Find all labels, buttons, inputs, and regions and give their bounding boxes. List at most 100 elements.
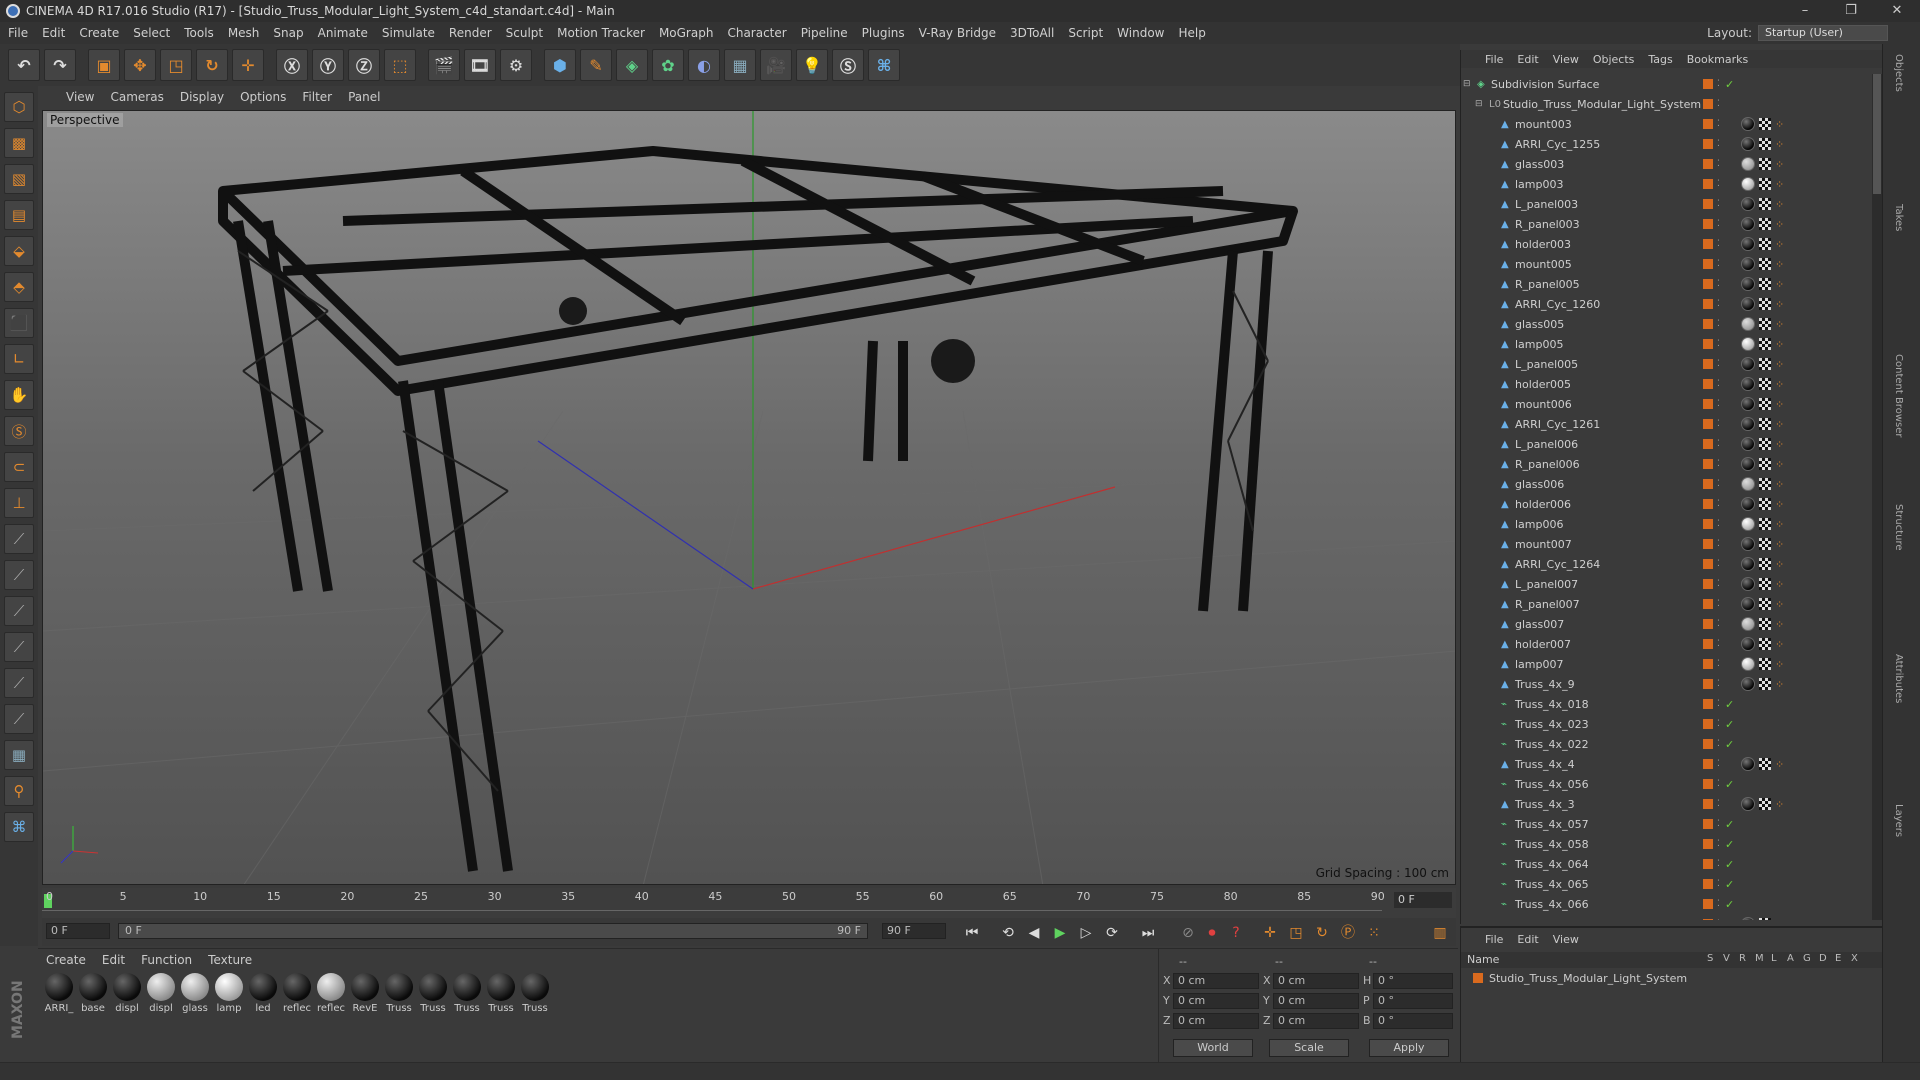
y-axis-lock-button[interactable]: Ⓨ xyxy=(312,49,344,81)
layer-color-icon[interactable] xyxy=(1703,219,1713,229)
brush-button[interactable]: ⟋ xyxy=(4,524,34,554)
side-tab-takes[interactable]: Takes xyxy=(1893,204,1904,231)
object-tree-row[interactable]: ▲ lamp003 ⁚ ⁘ xyxy=(1461,174,1871,194)
polygons-mode-button[interactable]: ⬛ xyxy=(4,308,34,338)
object-tree-row[interactable]: ▲ glass007 ⁚ ⁘ xyxy=(1461,614,1871,634)
visibility-dots-icon[interactable]: ⁚ xyxy=(1717,459,1721,469)
menu-sculpt[interactable]: Sculpt xyxy=(506,26,543,40)
visibility-dots-icon[interactable]: ⁚ xyxy=(1717,759,1721,769)
layer-color-icon[interactable] xyxy=(1703,639,1713,649)
menu-mograph[interactable]: MoGraph xyxy=(659,26,714,40)
uvw-tag-icon[interactable] xyxy=(1759,198,1771,210)
layer-column-m[interactable]: M xyxy=(1755,953,1764,964)
layer-color-icon[interactable] xyxy=(1703,919,1713,920)
object-tree-row[interactable]: ▲ Connector_013 ⁚ ⁘ xyxy=(1461,914,1871,920)
viewport-menu-options[interactable]: Options xyxy=(240,90,286,104)
layer-column-v[interactable]: V xyxy=(1723,953,1730,964)
layer-color-icon[interactable] xyxy=(1703,199,1713,209)
autokey-button[interactable]: ⏺ xyxy=(1202,923,1222,943)
menu-snap[interactable]: Snap xyxy=(273,26,303,40)
uvw-tag-icon[interactable] xyxy=(1759,518,1771,530)
material-menu-edit[interactable]: Edit xyxy=(102,953,125,967)
menu-3dtoall[interactable]: 3DToAll xyxy=(1010,26,1054,40)
key-position-button[interactable]: ✛ xyxy=(1260,923,1280,943)
object-tree-row[interactable]: ▲ R_panel003 ⁚ ⁘ xyxy=(1461,214,1871,234)
uvw-tag-icon[interactable] xyxy=(1759,618,1771,630)
material-tag-icon[interactable] xyxy=(1741,277,1755,291)
object-name[interactable]: Truss_4x_065 xyxy=(1515,878,1589,891)
locked-workplane-button[interactable]: ⚲ xyxy=(4,776,34,806)
layer-color-icon[interactable] xyxy=(1703,779,1713,789)
material-tag-icon[interactable] xyxy=(1741,397,1755,411)
object-name[interactable]: Truss_4x_056 xyxy=(1515,778,1589,791)
visibility-dots-icon[interactable]: ⁚ xyxy=(1717,139,1721,149)
menu-pipeline[interactable]: Pipeline xyxy=(801,26,848,40)
phong-tag-icon[interactable]: ⁘ xyxy=(1775,378,1784,391)
side-tab-layers[interactable]: Layers xyxy=(1893,804,1904,837)
workplane-mode-button[interactable]: ▤ xyxy=(4,200,34,230)
visibility-dots-icon[interactable]: ⁚ xyxy=(1717,419,1721,429)
layer-row[interactable]: Studio_Truss_Modular_Light_System xyxy=(1461,970,1883,988)
enabled-check-icon[interactable]: ✓ xyxy=(1725,818,1734,831)
object-name[interactable]: holder005 xyxy=(1515,378,1571,391)
rotation-p-field[interactable]: 0 ° xyxy=(1373,993,1453,1009)
sculpt-inflate-button[interactable]: ⟋ xyxy=(4,632,34,662)
object-name[interactable]: R_panel007 xyxy=(1515,598,1580,611)
phong-tag-icon[interactable]: ⁘ xyxy=(1775,438,1784,451)
enabled-check-icon[interactable]: ✓ xyxy=(1725,858,1734,871)
go-to-start-button[interactable]: ⏮ xyxy=(962,923,982,943)
object-name[interactable]: L_panel005 xyxy=(1515,358,1578,371)
scrollbar-thumb[interactable] xyxy=(1873,74,1881,194)
visibility-dots-icon[interactable]: ⁚ xyxy=(1717,299,1721,309)
object-menu-file[interactable]: File xyxy=(1485,53,1503,66)
layer-color-icon[interactable] xyxy=(1703,659,1713,669)
material-tag-icon[interactable] xyxy=(1741,557,1755,571)
add-spline-button[interactable]: ✎ xyxy=(580,49,612,81)
phong-tag-icon[interactable]: ⁘ xyxy=(1775,598,1784,611)
menu-animate[interactable]: Animate xyxy=(318,26,368,40)
object-name[interactable]: Truss_4x_9 xyxy=(1515,678,1575,691)
material-tag-icon[interactable] xyxy=(1741,457,1755,471)
visibility-dots-icon[interactable]: ⁚ xyxy=(1717,379,1721,389)
object-tree-row[interactable]: ⌁ Truss_4x_064 ⁚ ✓ xyxy=(1461,854,1871,874)
keyframe-selection-button[interactable]: ? xyxy=(1226,923,1246,943)
python-console-button[interactable]: ⌘ xyxy=(4,812,34,842)
viewport-menu-panel[interactable]: Panel xyxy=(348,90,380,104)
enabled-check-icon[interactable]: ✓ xyxy=(1725,718,1734,731)
object-name[interactable]: Truss_4x_018 xyxy=(1515,698,1589,711)
phong-tag-icon[interactable]: ⁘ xyxy=(1775,318,1784,331)
visibility-dots-icon[interactable]: ⁚ xyxy=(1717,279,1721,289)
vray-bridge-button[interactable]: Ⓢ xyxy=(832,49,864,81)
undo-button[interactable]: ↶ xyxy=(8,49,40,81)
tweak-mode-button[interactable]: ✋ xyxy=(4,380,34,410)
object-name[interactable]: Truss_4x_022 xyxy=(1515,738,1589,751)
object-name[interactable]: R_panel003 xyxy=(1515,218,1580,231)
material-swatch[interactable]: led xyxy=(246,973,280,1014)
layer-row-name[interactable]: Studio_Truss_Modular_Light_System xyxy=(1489,972,1687,985)
live-selection-button[interactable]: ▣ xyxy=(88,49,120,81)
material-swatch[interactable]: ARRI_ xyxy=(42,973,76,1014)
layer-column-d[interactable]: D xyxy=(1819,953,1827,964)
phong-tag-icon[interactable]: ⁘ xyxy=(1775,218,1784,231)
object-name[interactable]: ARRI_Cyc_1255 xyxy=(1515,138,1600,151)
menu-v-ray-bridge[interactable]: V-Ray Bridge xyxy=(919,26,996,40)
add-floor-button[interactable]: ▦ xyxy=(724,49,756,81)
material-tag-icon[interactable] xyxy=(1741,117,1755,131)
object-name[interactable]: L_panel007 xyxy=(1515,578,1578,591)
object-tree-row[interactable]: ⊟ ◈ Subdivision Surface ⁚ ✓ xyxy=(1461,74,1871,94)
material-swatch[interactable]: glass xyxy=(178,973,212,1014)
object-name[interactable]: Connector_013 xyxy=(1515,918,1598,921)
material-tag-icon[interactable] xyxy=(1741,297,1755,311)
visibility-dots-icon[interactable]: ⁚ xyxy=(1717,779,1721,789)
layer-color-swatch[interactable] xyxy=(1473,973,1483,983)
timeline-window-button[interactable]: ▥ xyxy=(1430,923,1450,943)
layer-column-r[interactable]: R xyxy=(1739,953,1746,964)
visibility-dots-icon[interactable]: ⁚ xyxy=(1717,559,1721,569)
end-frame-field[interactable]: 90 F xyxy=(882,923,946,939)
layer-column-a[interactable]: A xyxy=(1787,953,1794,964)
object-tree-row[interactable]: ⌁ Truss_4x_022 ⁚ ✓ xyxy=(1461,734,1871,754)
axis-mode-button[interactable]: ∟ xyxy=(4,344,34,374)
key-parameter-button[interactable]: Ⓟ xyxy=(1338,923,1358,943)
size-y-field[interactable]: 0 cm xyxy=(1273,993,1359,1009)
uvw-tag-icon[interactable] xyxy=(1759,798,1771,810)
